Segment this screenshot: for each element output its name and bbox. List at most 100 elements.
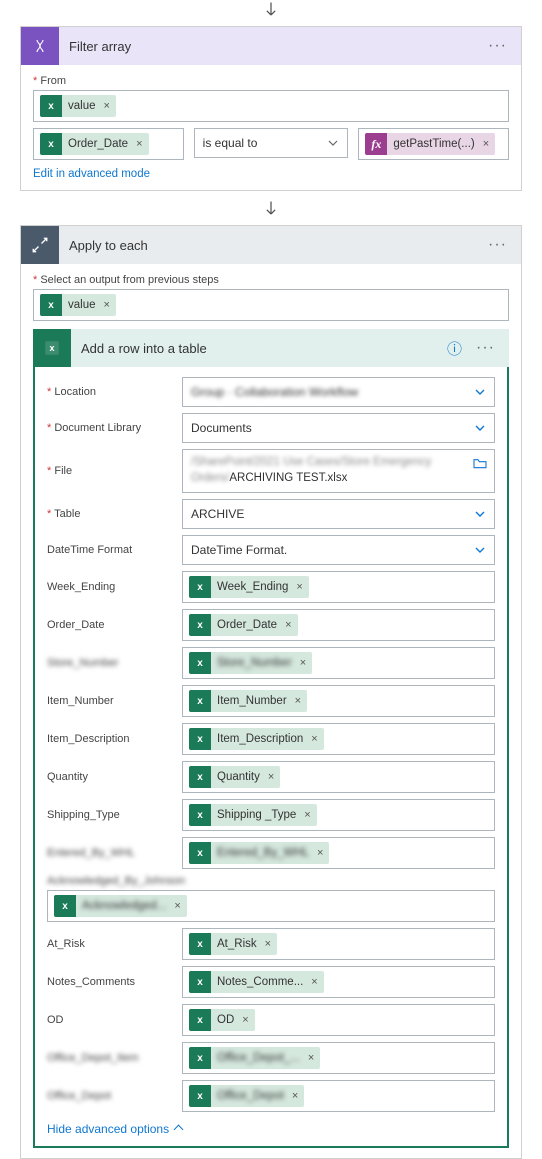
fx-icon: fx [365, 133, 387, 155]
table-select[interactable]: ARCHIVE [182, 499, 495, 529]
edit-advanced-link[interactable]: Edit in advanced mode [33, 168, 150, 180]
column-input[interactable]: xOrder_Date× [182, 609, 495, 641]
column-token[interactable]: xStore_Number× [189, 652, 312, 674]
condition-right-input[interactable]: fx getPastTime(...) × [358, 128, 509, 160]
column-token[interactable]: xOffice_Depot× [189, 1085, 304, 1107]
column-label: Entered_By_WHL [47, 847, 172, 859]
add-row-title: Add a row into a table [71, 341, 447, 356]
remove-token-icon[interactable]: × [302, 809, 316, 821]
column-label: Order_Date [47, 619, 172, 631]
column-token[interactable]: xNotes_Comme...× [189, 971, 324, 993]
remove-token-icon[interactable]: × [134, 138, 148, 150]
column-input[interactable]: xEntered_By_WHL× [182, 837, 495, 869]
column-label: Item_Description [47, 733, 172, 745]
order-date-token[interactable]: x Order_Date × [40, 133, 149, 155]
remove-token-icon[interactable]: × [102, 299, 116, 311]
filter-array-header[interactable]: Filter array ··· [21, 27, 521, 65]
connector-arrow-mid [0, 195, 542, 225]
column-token[interactable]: xItem_Description× [189, 728, 324, 750]
remove-token-icon[interactable]: × [294, 581, 308, 593]
add-row-header[interactable]: x Add a row into a table ⓘ ··· [33, 329, 509, 367]
excel-icon: x [40, 95, 62, 117]
remove-token-icon[interactable]: × [309, 733, 323, 745]
hide-advanced-link[interactable]: Hide advanced options [47, 1122, 495, 1136]
column-token[interactable]: xAt_Risk× [189, 933, 277, 955]
column-input[interactable]: xWeek_Ending× [182, 571, 495, 603]
filter-array-menu[interactable]: ··· [484, 37, 511, 55]
condition-left-input[interactable]: x Order_Date × [33, 128, 184, 160]
remove-token-icon[interactable]: × [102, 100, 116, 112]
select-output-input[interactable]: x value × [33, 289, 509, 321]
file-picker[interactable]: /SharePoint/2021 Use Cases/Store Emergen… [182, 449, 495, 493]
column-token[interactable]: xOD× [189, 1009, 255, 1031]
column-token[interactable]: xEntered_By_WHL× [189, 842, 329, 864]
ack-token[interactable]: x Acknowledged... × [54, 895, 187, 917]
ack-input[interactable]: x Acknowledged... × [47, 890, 495, 922]
column-input[interactable]: xOD× [182, 1004, 495, 1036]
column-label: Notes_Comments [47, 976, 172, 988]
excel-icon: x [189, 1047, 211, 1069]
column-input[interactable]: xAt_Risk× [182, 928, 495, 960]
remove-token-icon[interactable]: × [481, 138, 495, 150]
help-icon[interactable]: ⓘ [447, 338, 462, 359]
folder-icon[interactable] [472, 456, 488, 473]
apply-to-each-card: Apply to each ··· Select an output from … [20, 225, 522, 1159]
remove-token-icon[interactable]: × [263, 938, 277, 950]
column-fields-2: At_Risk xAt_Risk× Notes_Comments xNotes_Com… [47, 928, 495, 1112]
excel-icon: x [40, 133, 62, 155]
apply-to-each-menu[interactable]: ··· [484, 236, 511, 254]
from-input[interactable]: x value × [33, 90, 509, 122]
add-row-card: x Add a row into a table ⓘ ··· Location … [33, 329, 509, 1148]
datetime-format-label: DateTime Format [47, 544, 172, 556]
column-input[interactable]: xOffice_Depot_...× [182, 1042, 495, 1074]
column-input[interactable]: xStore_Number× [182, 647, 495, 679]
excel-icon: x [189, 690, 211, 712]
column-input[interactable]: xOffice_Depot× [182, 1080, 495, 1112]
condition-operator-select[interactable]: is equal to [194, 128, 349, 158]
remove-token-icon[interactable]: × [290, 1090, 304, 1102]
remove-token-icon[interactable]: × [306, 1052, 320, 1064]
column-token[interactable]: xWeek_Ending× [189, 576, 309, 598]
column-input[interactable]: xNotes_Comme...× [182, 966, 495, 998]
excel-icon: x [189, 766, 211, 788]
column-token[interactable]: xQuantity× [189, 766, 280, 788]
remove-token-icon[interactable]: × [293, 695, 307, 707]
filter-icon [21, 27, 59, 65]
excel-icon: x [189, 1085, 211, 1107]
chevron-up-icon [174, 1125, 184, 1135]
column-label: At_Risk [47, 938, 172, 950]
excel-action-icon: x [33, 329, 71, 367]
excel-icon: x [189, 804, 211, 826]
remove-token-icon[interactable]: × [298, 657, 312, 669]
column-label: Quantity [47, 771, 172, 783]
remove-token-icon[interactable]: × [240, 1014, 254, 1026]
remove-token-icon[interactable]: × [309, 976, 323, 988]
column-token[interactable]: xOrder_Date× [189, 614, 298, 636]
column-input[interactable]: xItem_Number× [182, 685, 495, 717]
document-library-select[interactable]: Documents [182, 413, 495, 443]
column-label: Office_Depot [47, 1090, 172, 1102]
column-input[interactable]: xQuantity× [182, 761, 495, 793]
getpasttime-token[interactable]: fx getPastTime(...) × [365, 133, 495, 155]
chevron-down-icon [474, 508, 486, 520]
column-input[interactable]: xShipping _Type× [182, 799, 495, 831]
remove-token-icon[interactable]: × [266, 771, 280, 783]
connector-arrow-top [0, 0, 542, 26]
remove-token-icon[interactable]: × [315, 847, 329, 859]
location-select[interactable]: Group · Collaboration Workflow [182, 377, 495, 407]
apply-to-each-header[interactable]: Apply to each ··· [21, 226, 521, 264]
column-input[interactable]: xItem_Description× [182, 723, 495, 755]
column-label: Item_Number [47, 695, 172, 707]
column-label: OD [47, 1014, 172, 1026]
column-token[interactable]: xOffice_Depot_...× [189, 1047, 320, 1069]
remove-token-icon[interactable]: × [172, 900, 186, 912]
datetime-format-select[interactable]: DateTime Format. [182, 535, 495, 565]
column-token[interactable]: xShipping _Type× [189, 804, 317, 826]
select-output-token[interactable]: x value × [40, 294, 116, 316]
from-token[interactable]: x value × [40, 95, 116, 117]
chevron-down-icon [474, 386, 486, 398]
add-row-menu[interactable]: ··· [472, 339, 499, 357]
remove-token-icon[interactable]: × [283, 619, 297, 631]
column-token[interactable]: xItem_Number× [189, 690, 307, 712]
excel-icon: x [54, 895, 76, 917]
